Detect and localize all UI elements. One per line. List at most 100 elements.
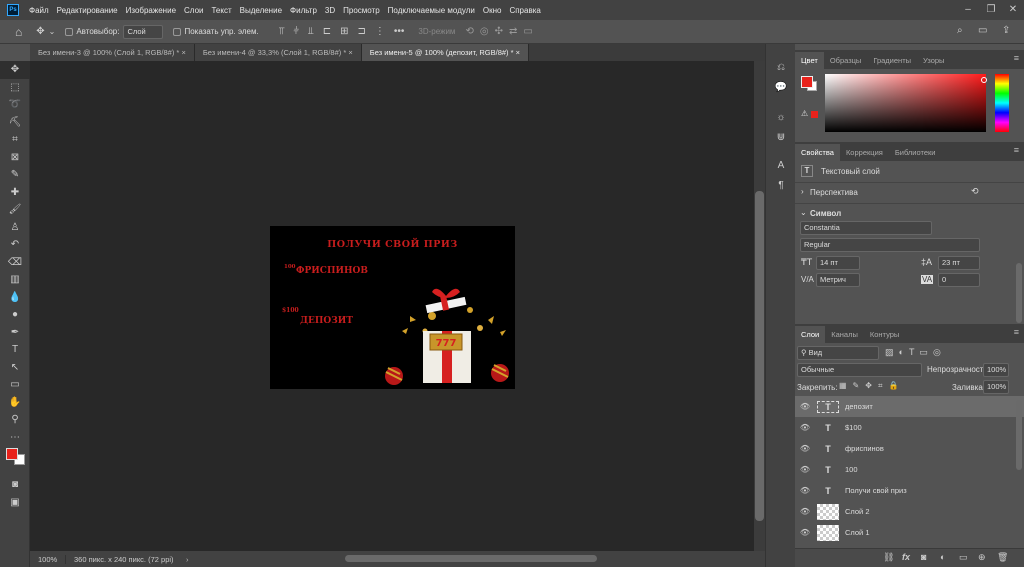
screen-mode-icon[interactable]: ▣ (0, 494, 30, 512)
perspective-section[interactable]: Перспектива (810, 188, 858, 197)
hand-tool-icon[interactable]: ✋ (0, 394, 30, 412)
brush-settings-icon[interactable]: ☼ (766, 108, 796, 128)
lock-icons[interactable]: ▦✎✥⌗🔒 (839, 381, 904, 391)
menu-3d[interactable]: 3D (321, 6, 339, 15)
align-top-icon[interactable]: ⫪ (279, 26, 285, 37)
layers-scrollbar[interactable] (1016, 400, 1022, 470)
tab-color[interactable]: Цвет (795, 52, 824, 69)
move-tool-icon[interactable]: ✥ (36, 26, 44, 37)
eraser-tool-icon[interactable]: ⌫ (0, 254, 30, 272)
tab-adjustments[interactable]: Коррекция (840, 144, 889, 161)
doc-tab-5[interactable]: Без имени-5 @ 100% (депозит, RGB/8#) * × (361, 44, 530, 61)
opacity-field[interactable]: 100% (983, 363, 1009, 377)
mask-icon[interactable]: ◙ (921, 552, 926, 562)
menu-help[interactable]: Справка (505, 6, 544, 15)
marquee-tool-icon[interactable]: ⬚ (0, 79, 30, 97)
panel-menu-icon[interactable]: ≡ (1014, 327, 1019, 337)
doc-tab-4[interactable]: Без имени-4 @ 33,3% (Слой 1, RGB/8#) * × (194, 44, 362, 61)
layer-name[interactable]: депозит (845, 402, 873, 411)
visibility-eye-icon[interactable]: 👁 (795, 507, 815, 516)
close-tab-icon[interactable]: × (181, 48, 185, 57)
font-style-dropdown[interactable]: Regular (800, 238, 980, 252)
frame-tool-icon[interactable]: ⊠ (0, 149, 30, 167)
doc-tab-3[interactable]: Без имени-3 @ 100% (Слой 1, RGB/8#) * × (30, 44, 195, 61)
align-left-icon[interactable]: ⊏ (323, 26, 331, 37)
slide-3d-icon[interactable]: ⇄ (509, 26, 517, 37)
quick-select-tool-icon[interactable]: ⛏ (0, 114, 30, 132)
layer-row-layer2[interactable]: 👁 Слой 2 (795, 501, 1024, 522)
visibility-eye-icon[interactable]: 👁 (795, 486, 815, 495)
menu-file[interactable]: Файл (25, 6, 53, 15)
tab-properties[interactable]: Свойства (795, 144, 840, 161)
tab-layers[interactable]: Слои (795, 326, 826, 343)
document-canvas[interactable]: ПОЛУЧИ СВОЙ ПРИЗ 100 ФРИСПИНОВ $100 ДЕПО… (270, 226, 515, 389)
layer-filter-dropdown[interactable]: ⚲ Вид (797, 346, 879, 360)
tab-paths[interactable]: Контуры (864, 326, 905, 343)
folder-icon[interactable]: ▭ (959, 552, 968, 563)
autoselect-checkbox[interactable] (65, 27, 74, 36)
path-select-tool-icon[interactable]: ↖ (0, 359, 30, 377)
menu-type[interactable]: Текст (207, 6, 235, 15)
distribute-icon[interactable]: ⋮ (375, 26, 385, 37)
dodge-tool-icon[interactable]: ● (0, 306, 30, 324)
scale-3d-icon[interactable]: ▭ (523, 26, 532, 37)
levels-icon[interactable]: ⋓ (766, 128, 796, 148)
tool-preset-chevron-icon[interactable]: ⌄ (49, 27, 56, 36)
vertical-scroll-thumb[interactable] (755, 191, 764, 521)
color-fg-swatch[interactable] (801, 76, 813, 88)
gamut-swatch[interactable] (811, 111, 818, 118)
properties-scrollbar[interactable] (1016, 263, 1022, 323)
healing-tool-icon[interactable]: ✚ (0, 184, 30, 202)
close-tab-icon[interactable]: × (348, 48, 352, 57)
close-icon[interactable]: ✕ (1002, 0, 1024, 20)
fill-field[interactable]: 100% (983, 380, 1009, 394)
layer-row-freespins[interactable]: 👁 T фриспинов (795, 438, 1024, 459)
layer-name[interactable]: 100 (845, 465, 858, 474)
quick-mask-icon[interactable]: ◙ (0, 476, 30, 494)
visibility-eye-icon[interactable]: 👁 (795, 423, 815, 432)
horizontal-scroll-thumb[interactable] (345, 555, 597, 562)
layer-name[interactable]: Слой 1 (845, 528, 870, 537)
perspective-chevron-icon[interactable]: › (801, 187, 804, 196)
layer-row-layer1[interactable]: 👁 Слой 1 (795, 522, 1024, 543)
layer-name[interactable]: фриспинов (845, 444, 884, 453)
roll-3d-icon[interactable]: ◎ (480, 26, 489, 37)
trash-icon[interactable]: 🗑 (997, 552, 1008, 563)
blur-tool-icon[interactable]: 💧 (0, 289, 30, 307)
kerning-field[interactable]: Метрич (816, 273, 860, 287)
visibility-eye-icon[interactable]: 👁 (795, 402, 815, 411)
symbol-chevron-icon[interactable]: ⌄ (800, 208, 807, 217)
comments-panel-icon[interactable]: 💬 (766, 78, 796, 98)
menu-image[interactable]: Изображение (122, 6, 180, 15)
gradient-tool-icon[interactable]: ▥ (0, 271, 30, 289)
type-tool-icon[interactable]: T (0, 341, 30, 359)
vertical-scrollbar[interactable] (754, 61, 765, 551)
brush-tool-icon[interactable]: 🖌 (0, 201, 30, 219)
close-tab-icon[interactable]: × (516, 48, 520, 57)
tab-libraries[interactable]: Библиотеки (889, 144, 942, 161)
menu-filter[interactable]: Фильтр (286, 6, 321, 15)
panel-menu-icon[interactable]: ≡ (1014, 145, 1019, 155)
eyedropper-tool-icon[interactable]: ✎ (0, 166, 30, 184)
layer-name[interactable]: Получи свой приз (845, 486, 907, 495)
tab-patterns[interactable]: Узоры (917, 52, 950, 69)
autoselect-dropdown[interactable]: Слой (123, 24, 164, 39)
drag-3d-icon[interactable]: ✣ (495, 26, 503, 37)
tab-gradients[interactable]: Градиенты (867, 52, 917, 69)
more-options-icon[interactable]: ••• (394, 26, 405, 37)
color-field[interactable] (825, 74, 986, 132)
align-bottom-icon[interactable]: ⫫ (308, 26, 314, 37)
search-icon[interactable]: ⌕ (957, 25, 963, 36)
show-controls-checkbox[interactable] (173, 27, 182, 36)
menu-layers[interactable]: Слои (180, 6, 207, 15)
layer-name[interactable]: Слой 2 (845, 507, 870, 516)
minimize-icon[interactable]: – (957, 0, 979, 20)
tab-channels[interactable]: Каналы (825, 326, 864, 343)
color-picker-marker[interactable] (981, 77, 987, 83)
zoom-tool-icon[interactable]: ⚲ (0, 411, 30, 429)
panel-menu-icon[interactable]: ≡ (1014, 53, 1019, 63)
menu-plugins[interactable]: Подключаемые модули (384, 6, 479, 15)
lasso-tool-icon[interactable]: ➰ (0, 96, 30, 114)
orbit-3d-icon[interactable]: ⟲ (465, 26, 473, 37)
adjustment-icon[interactable]: ◐ (940, 552, 945, 562)
